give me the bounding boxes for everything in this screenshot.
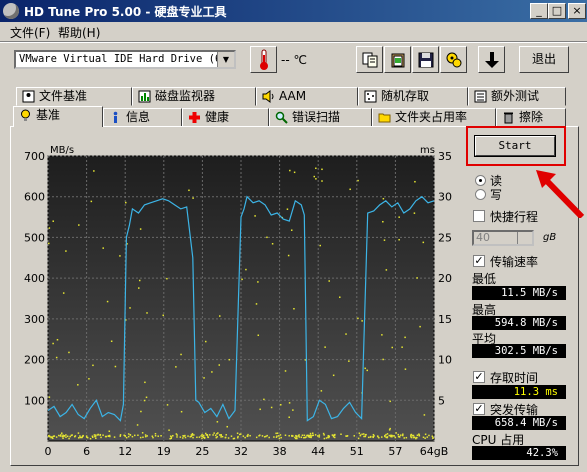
benchmark-icon [21,109,30,121]
tab-label: 额外测试 [491,89,540,103]
min-label: 最低 [472,272,497,286]
trash-icon [504,112,513,124]
options-button[interactable] [440,46,467,73]
tab-benchmark[interactable]: 基准 [13,106,103,127]
menu-bar: 文件(F) 帮助(H) [0,22,587,41]
close-button[interactable]: × [568,3,586,19]
cpu-value: 42.3% [472,446,566,460]
options-icon [446,52,461,67]
burst-rate-value: 658.4 MB/s [472,416,566,430]
spinner-arrows-icon[interactable] [517,232,532,244]
tab-disk-monitor[interactable]: 磁盘监视器 [132,87,256,106]
thermometer-icon [259,49,268,70]
exit-button[interactable]: 退出 [519,46,569,73]
avg-value: 302.5 MB/s [472,344,566,358]
access-time-checkbox[interactable]: ✓ [473,371,485,383]
app-icon [3,3,19,19]
floppy-disk-icon [418,52,433,67]
short-stroke-checkbox[interactable] [473,210,485,222]
max-value: 594.8 MB/s [472,316,566,330]
minimize-button[interactable]: _ [530,3,548,19]
transfer-rate-checkbox[interactable]: ✓ [473,255,485,267]
read-radio[interactable] [475,175,486,186]
chevron-down-icon[interactable]: ▼ [217,52,234,67]
thermometer-button[interactable] [250,46,277,73]
tab-erase[interactable]: 擦除 [496,108,566,127]
write-label: 写 [490,188,503,202]
temperature-readout: -- ℃ [281,53,307,67]
tab-label: 基准 [36,108,61,122]
start-button[interactable]: Start [474,135,556,157]
short-stroke-spinner[interactable]: 40 [472,230,534,246]
burst-rate-checkbox[interactable]: ✓ [473,403,485,415]
tab-random-access[interactable]: 随机存取 [358,87,468,106]
extra-tests-icon [474,90,487,103]
speaker-icon [262,90,274,103]
maximize-button[interactable]: □ [548,3,566,19]
tab-file-benchmark[interactable]: 文件基准 [16,87,132,106]
tab-extra-tests[interactable]: 额外测试 [468,87,566,106]
short-stroke-label: 快捷行程 [490,210,539,224]
tab-label: AAM [279,89,307,103]
clipboard-icon [391,53,404,67]
access-time-label: 存取时间 [490,371,539,385]
red-arrow-icon [536,170,585,218]
title-bar: HD Tune Pro 5.00 - 硬盘专业工具 _ □ × [0,0,587,22]
info-icon [113,111,118,123]
tab-aam[interactable]: AAM [256,87,358,106]
transfer-rate-label: 传输速率 [490,255,539,269]
save-button[interactable] [412,46,439,73]
tab-folder-usage[interactable]: 文件夹占用率 [372,108,496,127]
tab-label: 信息 [126,110,151,124]
copy-info-button[interactable] [356,46,383,73]
menu-help[interactable]: 帮助(H) [58,24,100,41]
tab-info[interactable]: 信息 [103,108,182,127]
min-value: 11.5 MB/s [472,286,566,300]
health-cross-icon [189,112,200,123]
write-radio[interactable] [475,189,486,200]
arrow-down-icon [484,51,499,68]
tab-label: 错误扫描 [292,110,341,124]
download-button[interactable] [478,46,505,73]
access-time-value: 11.3 ms [472,385,566,399]
file-benchmark-icon [22,90,35,103]
tab-label: 文件夹占用率 [395,110,468,124]
drive-select[interactable]: VMware Virtual IDE Hard Drive (64 ▼ [14,50,236,69]
folder-icon [378,113,391,123]
tab-label: 擦除 [519,110,544,124]
tab-label: 文件基准 [39,89,88,103]
short-stroke-value: 40 [476,231,490,244]
copy-icon [362,52,377,67]
random-access-icon [364,90,377,103]
short-stroke-unit: gB [543,232,557,243]
tab-label: 磁盘监视器 [155,89,216,103]
disk-monitor-icon [138,90,151,103]
drive-select-value: VMware Virtual IDE Hard Drive (64 [19,53,217,65]
window-title: HD Tune Pro 5.00 - 硬盘专业工具 [24,5,227,19]
tab-label: 随机存取 [381,89,430,103]
copy-screenshot-button[interactable] [384,46,411,73]
magnifier-icon [275,111,288,124]
tab-health[interactable]: 健康 [182,108,269,127]
toolbar-separator [0,41,587,43]
menu-file[interactable]: 文件(F) [10,24,50,41]
tab-error-scan[interactable]: 错误扫描 [269,108,372,127]
tab-label: 健康 [205,110,230,124]
